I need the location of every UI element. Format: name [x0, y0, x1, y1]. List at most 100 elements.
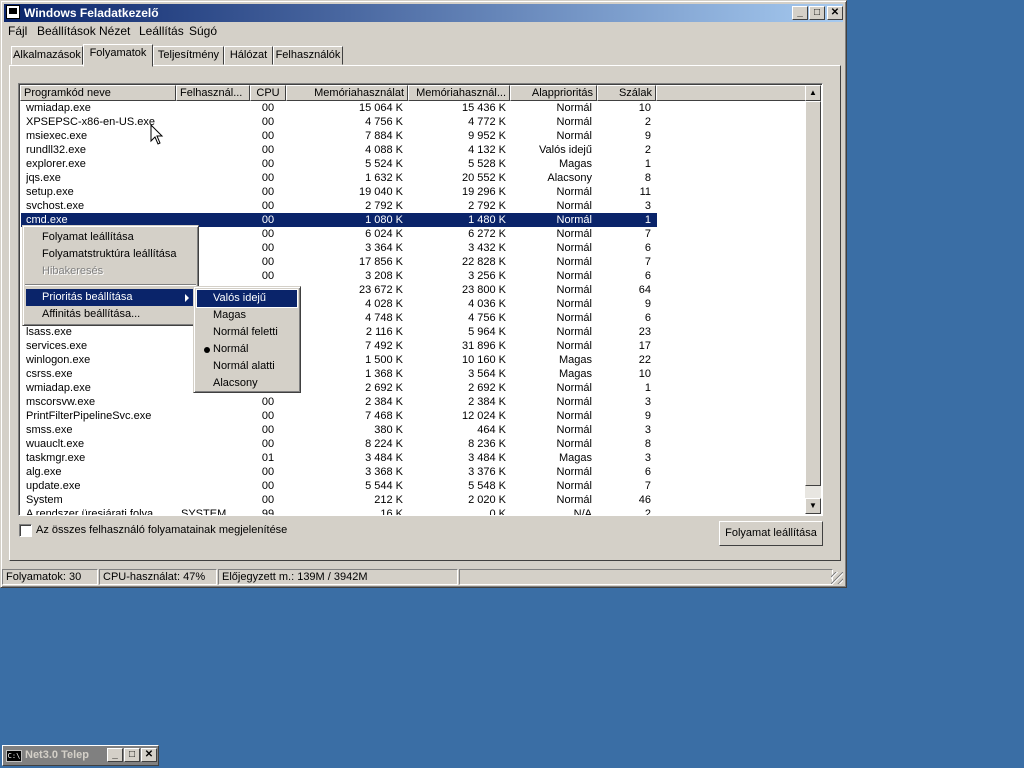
- cell-peak: 5 548 K: [468, 480, 506, 492]
- column-header-user[interactable]: Felhasznál...: [176, 85, 250, 101]
- cell-prio: Magas: [558, 368, 592, 380]
- mouse-cursor-icon: [150, 124, 164, 145]
- cell-prio: Normál: [556, 256, 592, 268]
- table-row[interactable]: System 00 212 K 2 020 K Normál 46: [21, 493, 657, 507]
- table-row[interactable]: wmiadap.exe 00 15 064 K 15 436 K Normál 10: [21, 101, 657, 115]
- cell-prio: Normál: [556, 214, 592, 226]
- table-row[interactable]: rundll32.exe 00 4 088 K4 132 K Valós idejű 2: [21, 143, 657, 157]
- maximize-button[interactable]: □: [809, 6, 825, 20]
- priority-high[interactable]: Magas: [197, 307, 297, 324]
- column-header-base-priority[interactable]: Alapprioritás: [510, 85, 597, 101]
- table-row[interactable]: csrss.exe 1 368 K 3 564 K Magas 10: [21, 367, 657, 381]
- cell-threads: 1: [644, 158, 651, 170]
- cell-peak: 3 564 K: [468, 368, 506, 380]
- cell-threads: 9: [644, 130, 651, 142]
- cell-prio: Normál: [556, 396, 592, 408]
- table-row[interactable]: smss.exe 00 380 K 464 K Normál 3: [21, 423, 657, 437]
- menu-file[interactable]: Fájl: [8, 24, 27, 38]
- tab-processes[interactable]: Folyamatok: [83, 44, 153, 67]
- menu-set-affinity[interactable]: Affinitás beállítása...: [26, 306, 195, 323]
- table-row[interactable]: A rendszer üresjárati folya... SYSTEM 99 16…: [21, 507, 657, 515]
- column-header-image-name[interactable]: Programkód neve: [20, 85, 176, 101]
- priority-submenu: Valós idejű Magas Normál feletti Normál …: [193, 286, 301, 393]
- cell-threads: 7: [644, 480, 651, 492]
- column-header-filler: [656, 85, 806, 101]
- cell-mem: 2 692 K: [365, 382, 403, 394]
- table-row[interactable]: explorer.exe 00 5 524 K 5 528 K Magas 1: [21, 157, 657, 171]
- cell-peak: 2 020 K: [468, 494, 506, 506]
- cell-mem: 2 792 K: [365, 200, 403, 212]
- table-row[interactable]: XPSEPSC-x86-en-US.exe 00 4 756 K4 772 K Nor…: [21, 115, 657, 129]
- menu-shutdown[interactable]: Leállítás: [139, 24, 184, 38]
- table-row[interactable]: svchost.exe 00 2 792 K 2 792 K Normál 3: [21, 199, 657, 213]
- mini-minimize-button[interactable]: _: [107, 748, 123, 762]
- column-header-cpu[interactable]: CPU: [250, 85, 286, 101]
- tab-performance[interactable]: Teljesítmény: [153, 46, 224, 65]
- cell-prio: Normál: [556, 494, 592, 506]
- column-header-threads[interactable]: Szálak: [597, 85, 656, 101]
- cell-peak: 1 480 K: [468, 214, 506, 226]
- table-row[interactable]: PrintFilterPipelineSvc.exe 00 7 468 K 12 02…: [21, 409, 657, 423]
- close-button[interactable]: ✕: [827, 6, 843, 20]
- cell-threads: 7: [644, 256, 651, 268]
- menu-options[interactable]: Beállítások: [37, 24, 96, 38]
- priority-realtime[interactable]: Valós idejű: [196, 289, 298, 308]
- menu-end-process-tree[interactable]: Folyamatstruktúra leállítása: [26, 246, 195, 263]
- cell-cpu: 00: [261, 172, 275, 184]
- cell-mem: 5 544 K: [365, 480, 403, 492]
- submenu-arrow-icon: [185, 294, 189, 302]
- priority-low[interactable]: Alacsony: [197, 375, 297, 392]
- table-row[interactable]: services.exe 7 492 K 31 896 K Normál 17: [21, 339, 657, 353]
- cell-peak: 10 160 K: [461, 354, 506, 366]
- cell-prio: Normál: [556, 102, 592, 114]
- priority-below-normal[interactable]: Normál alatti: [197, 358, 297, 375]
- cell-prio: Normál: [556, 284, 592, 296]
- column-header-memory[interactable]: Memóriahasználat: [286, 85, 408, 101]
- scroll-thumb[interactable]: [805, 101, 821, 486]
- cell-name: lsass.exe: [26, 326, 72, 338]
- vertical-scrollbar[interactable]: ▲ ▼: [805, 85, 821, 514]
- menu-set-priority[interactable]: Prioritás beállítása: [26, 289, 195, 306]
- scroll-down-button[interactable]: ▼: [805, 498, 821, 514]
- mini-maximize-button[interactable]: □: [124, 748, 140, 762]
- column-header-peak-memory[interactable]: Memóriahasznál...: [408, 85, 510, 101]
- cell-peak: 22 828 K: [461, 256, 506, 268]
- scroll-up-button[interactable]: ▲: [805, 85, 821, 101]
- table-row[interactable]: jqs.exe 00 1 632 K 20 552 K Alacsony 8: [21, 171, 657, 185]
- tab-applications[interactable]: Alkalmazások: [11, 46, 83, 65]
- minimized-window[interactable]: C:\ Net3.0 Telep _ □ ✕: [2, 745, 159, 766]
- table-row[interactable]: setup.exe 00 19 040 K 19 296 K Normál 11: [21, 185, 657, 199]
- table-row[interactable]: alg.exe 00 3 368 K 3 376 K Normál 6: [21, 465, 657, 479]
- menu-view[interactable]: Nézet: [99, 24, 130, 38]
- table-row[interactable]: mscorsvw.exe 00 2 384 K 2 384 K Normál 3: [21, 395, 657, 409]
- console-icon: C:\: [6, 750, 22, 762]
- table-row[interactable]: lsass.exe 2 116 K 5 964 K Normál 23: [21, 325, 657, 339]
- priority-normal[interactable]: Normál: [197, 341, 297, 358]
- cell-prio: Normál: [556, 382, 592, 394]
- table-row[interactable]: taskmgr.exe 01 3 484 K 3 484 K Magas 3: [21, 451, 657, 465]
- menu-help[interactable]: Súgó: [189, 24, 217, 38]
- cell-prio: Normál: [556, 340, 592, 352]
- minimize-button[interactable]: _: [792, 6, 808, 20]
- title-bar[interactable]: Windows Feladatkezelő _ □ ✕: [4, 4, 843, 22]
- tab-network[interactable]: Hálózat: [224, 46, 273, 65]
- cell-cpu: 00: [261, 214, 275, 226]
- cell-mem: 7 884 K: [365, 130, 403, 142]
- cell-cpu: 00: [261, 438, 275, 450]
- cell-peak: 12 024 K: [461, 410, 506, 422]
- table-row[interactable]: wuauclt.exe 00 8 224 K 8 236 K Normál 8: [21, 437, 657, 451]
- mini-close-button[interactable]: ✕: [141, 748, 157, 762]
- table-row[interactable]: update.exe 00 5 544 K 5 548 K Normál 7: [21, 479, 657, 493]
- menu-end-process[interactable]: Folyamat leállítása: [26, 229, 195, 246]
- tab-users[interactable]: Felhasználók: [273, 46, 343, 65]
- table-row[interactable]: wmiadap.exe 2 692 K 2 692 K Normál 1: [21, 381, 657, 395]
- cell-threads: 10: [638, 102, 651, 114]
- cell-prio: Normál: [556, 130, 592, 142]
- cell-peak: 15 436 K: [461, 102, 506, 114]
- priority-above-normal[interactable]: Normál feletti: [197, 324, 297, 341]
- table-row[interactable]: msiexec.exe 00 7 884 K9 952 K Normál 9: [21, 129, 657, 143]
- cell-user: [181, 437, 251, 451]
- resize-grip-icon[interactable]: [831, 572, 843, 584]
- table-row[interactable]: winlogon.exe 1 500 K 10 160 K Magas 22: [21, 353, 657, 367]
- cell-threads: 3: [644, 452, 651, 464]
